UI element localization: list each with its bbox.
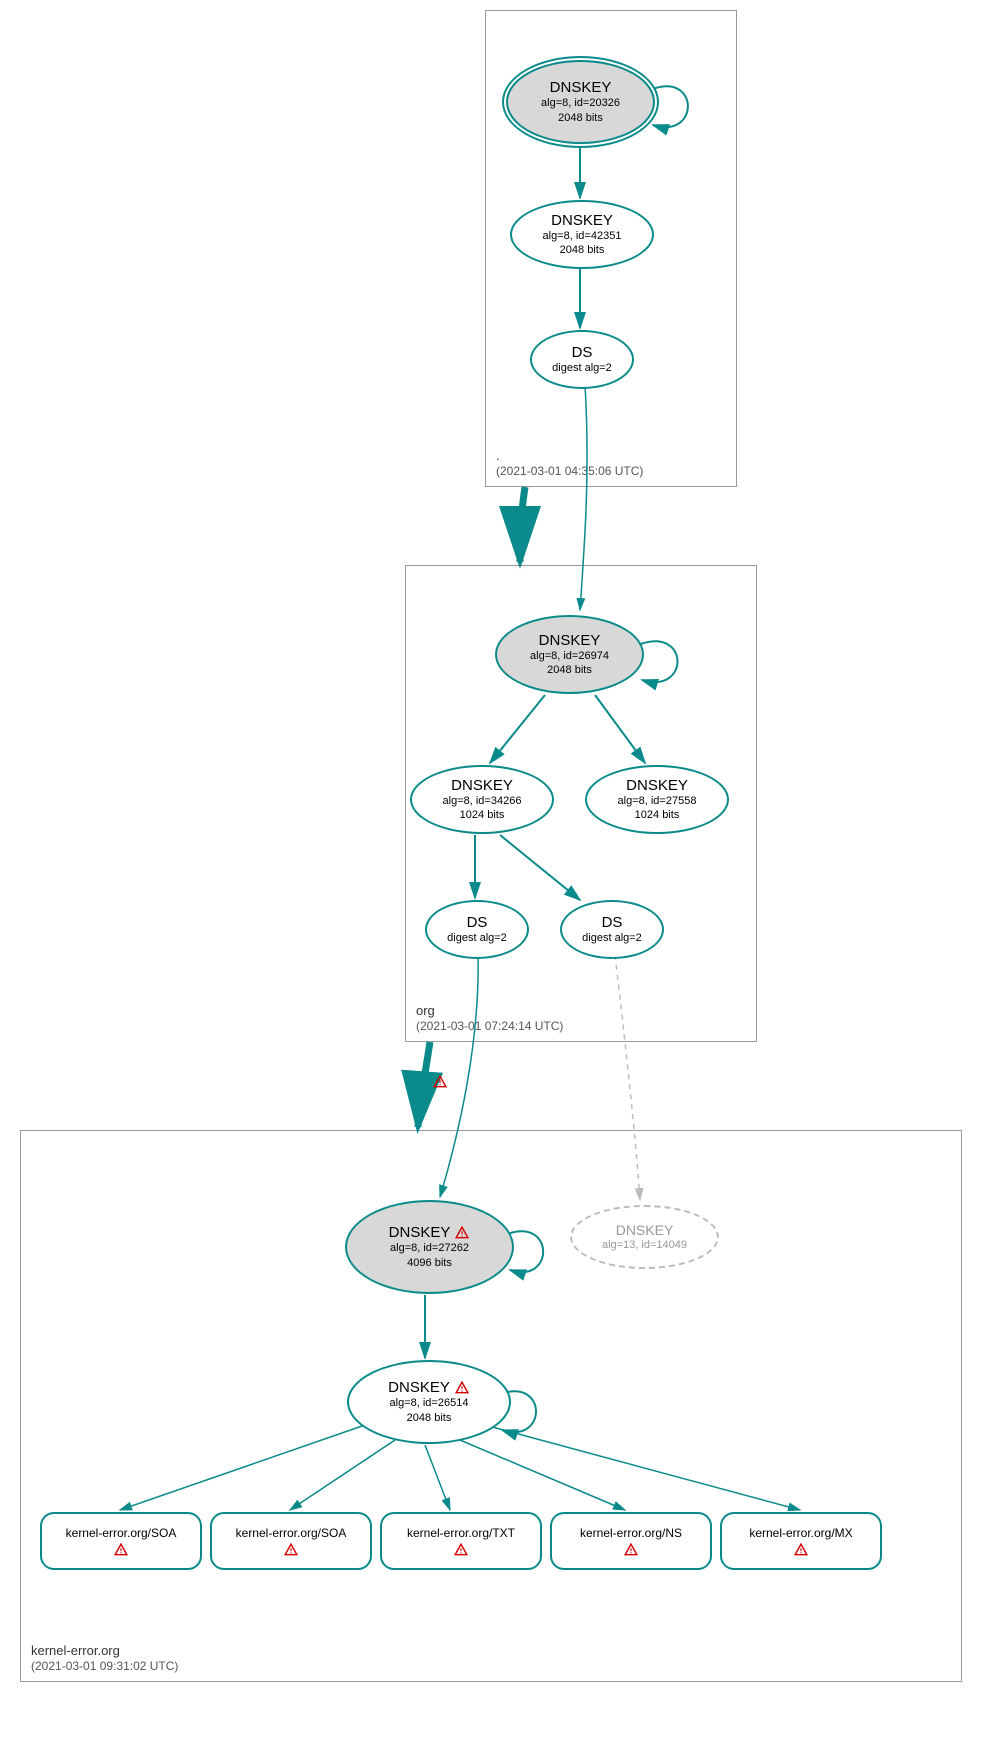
node-title: DNSKEY xyxy=(451,777,513,794)
warning-icon xyxy=(432,1075,448,1089)
node-title: DNSKEY xyxy=(550,79,612,96)
warning-icon xyxy=(453,1543,469,1557)
zone-timestamp: (2021-03-01 09:31:02 UTC) xyxy=(31,1659,178,1673)
node-title: DS xyxy=(602,914,623,931)
node-title: DNSKEY xyxy=(626,777,688,794)
node-sub: digest alg=2 xyxy=(552,361,612,375)
node-sub: 4096 bits xyxy=(407,1256,452,1270)
node-sub: digest alg=2 xyxy=(447,931,507,945)
zone-timestamp: (2021-03-01 07:24:14 UTC) xyxy=(416,1019,563,1033)
node-title: DNSKEY xyxy=(539,632,601,649)
rr-label: kernel-error.org/TXT xyxy=(407,1526,515,1540)
node-sub: 2048 bits xyxy=(560,243,605,257)
warning-icon xyxy=(454,1381,470,1395)
node-sub: digest alg=2 xyxy=(582,931,642,945)
dnskey-node: DNSKEY alg=8, id=27262 4096 bits xyxy=(345,1200,514,1294)
node-sub: alg=8, id=27558 xyxy=(618,794,697,808)
dnskey-node: DNSKEY alg=8, id=42351 2048 bits xyxy=(510,200,654,269)
dnskey-node-ghost: DNSKEY alg=13, id=14049 xyxy=(570,1205,719,1269)
zone-timestamp: (2021-03-01 04:35:06 UTC) xyxy=(496,464,643,478)
zone-label: . xyxy=(496,448,500,463)
dnskey-node: DNSKEY alg=8, id=34266 1024 bits xyxy=(410,765,554,834)
node-sub: 2048 bits xyxy=(547,663,592,677)
dnskey-node: DNSKEY alg=8, id=20326 2048 bits xyxy=(506,60,655,144)
node-title: DNSKEY xyxy=(389,1224,471,1241)
ds-node: DS digest alg=2 xyxy=(560,900,664,959)
ds-node: DS digest alg=2 xyxy=(425,900,529,959)
rr-node: kernel-error.org/NS xyxy=(550,1512,712,1570)
warning-icon xyxy=(113,1543,129,1557)
rr-node: kernel-error.org/MX xyxy=(720,1512,882,1570)
zone-label: kernel-error.org xyxy=(31,1643,120,1658)
node-sub: 2048 bits xyxy=(407,1411,452,1425)
node-sub: 1024 bits xyxy=(635,808,680,822)
dnskey-node: DNSKEY alg=8, id=26974 2048 bits xyxy=(495,615,644,694)
node-sub: alg=8, id=27262 xyxy=(390,1241,469,1255)
warning-icon xyxy=(623,1543,639,1557)
node-sub: alg=8, id=34266 xyxy=(443,794,522,808)
node-title: DNSKEY xyxy=(388,1379,470,1396)
rr-node: kernel-error.org/SOA xyxy=(210,1512,372,1570)
ds-node: DS digest alg=2 xyxy=(530,330,634,389)
rr-node: kernel-error.org/TXT xyxy=(380,1512,542,1570)
node-sub: 1024 bits xyxy=(460,808,505,822)
node-sub: alg=8, id=26974 xyxy=(530,649,609,663)
zone-label: org xyxy=(416,1003,435,1018)
node-title: DNSKEY xyxy=(551,212,613,229)
rr-label: kernel-error.org/MX xyxy=(749,1526,852,1540)
dnskey-node: DNSKEY alg=8, id=26514 2048 bits xyxy=(347,1360,511,1444)
rr-label: kernel-error.org/NS xyxy=(580,1526,682,1540)
warning-icon xyxy=(793,1543,809,1557)
node-title: DNSKEY xyxy=(616,1222,674,1238)
node-sub: 2048 bits xyxy=(558,111,603,125)
rr-label: kernel-error.org/SOA xyxy=(236,1526,347,1540)
node-sub: alg=8, id=42351 xyxy=(543,229,622,243)
warning-icon xyxy=(283,1543,299,1557)
node-title: DS xyxy=(467,914,488,931)
node-sub: alg=13, id=14049 xyxy=(602,1238,687,1252)
node-title: DS xyxy=(572,344,593,361)
rr-label: kernel-error.org/SOA xyxy=(66,1526,177,1540)
rr-node: kernel-error.org/SOA xyxy=(40,1512,202,1570)
node-sub: alg=8, id=20326 xyxy=(541,96,620,110)
warning-icon xyxy=(454,1226,470,1240)
node-sub: alg=8, id=26514 xyxy=(390,1396,469,1410)
dnskey-node: DNSKEY alg=8, id=27558 1024 bits xyxy=(585,765,729,834)
